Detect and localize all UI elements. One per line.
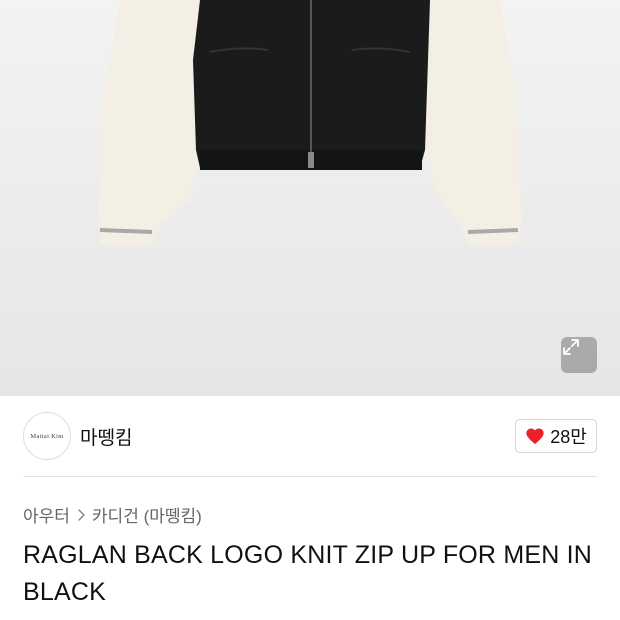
breadcrumb: 아우터 카디건 (마뗑킴): [23, 502, 202, 527]
product-title: RAGLAN BACK LOGO KNIT ZIP UP FOR MEN IN …: [23, 541, 593, 606]
brand-logo[interactable]: Mattai Kim: [23, 412, 71, 460]
brand-row: Mattai Kim 마뗑킴 28만: [0, 396, 620, 476]
breadcrumb-item-cardigan[interactable]: 카디건 (마뗑킴): [92, 502, 202, 527]
brand-name[interactable]: 마뗑킴: [80, 423, 132, 450]
like-count: 28만: [550, 427, 587, 447]
expand-image-button[interactable]: [561, 337, 597, 373]
cardigan-illustration: [98, 0, 522, 245]
heart-icon: [526, 428, 544, 445]
product-image[interactable]: [0, 0, 620, 396]
chevron-right-icon: [78, 508, 85, 521]
divider: [23, 476, 597, 477]
brand-logo-text: Mattai Kim: [30, 432, 64, 440]
expand-arrows-icon: [563, 339, 579, 355]
like-button[interactable]: 28만: [515, 419, 597, 453]
breadcrumb-item-outer[interactable]: 아우터: [23, 502, 70, 527]
